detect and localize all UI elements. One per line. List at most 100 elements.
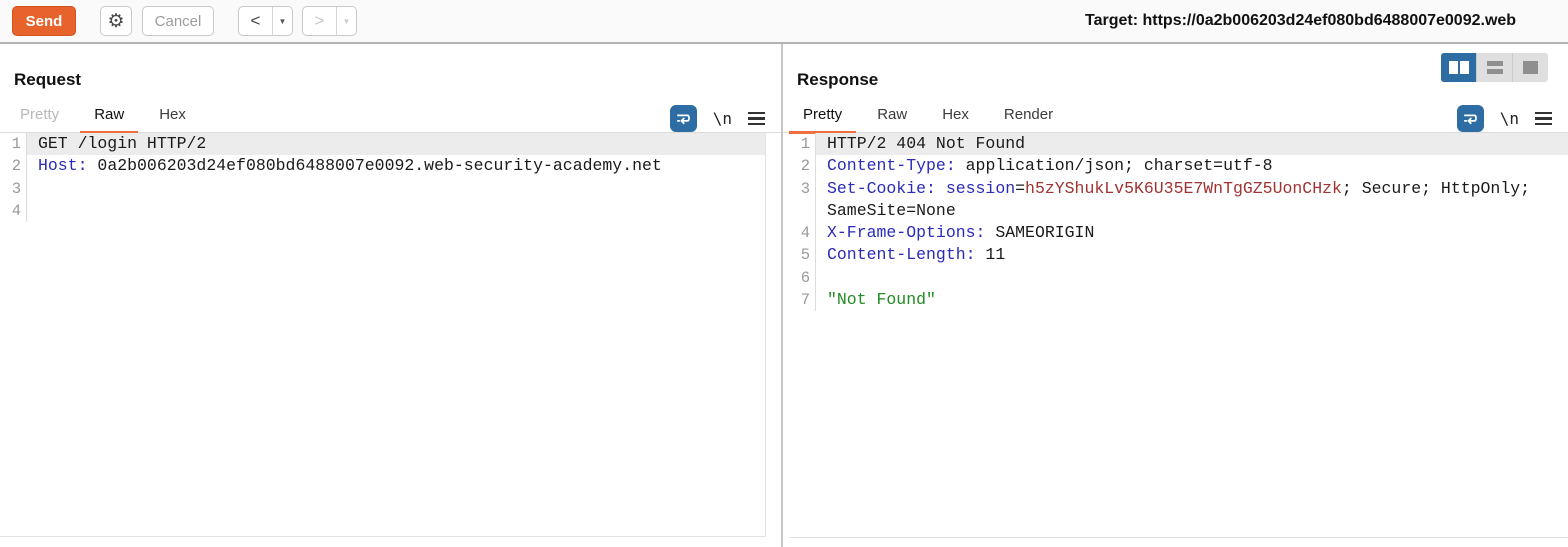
code-line: 4 <box>0 200 765 222</box>
line-number: 1 <box>789 133 816 155</box>
editor-menu-button[interactable] <box>748 112 765 126</box>
token-plain: application/json; charset=utf-8 <box>956 156 1273 175</box>
line-number: 7 <box>789 289 816 311</box>
code-line: 7 ″Not Found″ <box>789 289 1568 311</box>
code-text <box>816 267 1568 289</box>
layout-single-panel-button[interactable] <box>1513 53 1548 82</box>
cancel-button[interactable]: Cancel <box>142 6 214 36</box>
line-number: 4 <box>0 200 27 222</box>
token-header: session <box>946 179 1015 198</box>
settings-button[interactable]: ⚙ <box>100 6 132 36</box>
request-panel: Request PrettyRawHex \n 1 GET /login HTTP… <box>0 44 783 547</box>
word-wrap-toggle-button[interactable] <box>1457 105 1484 132</box>
line-number: 2 <box>0 155 27 177</box>
editor-menu-button[interactable] <box>1535 112 1552 126</box>
code-line: 2Content-Type: application/json; charset… <box>789 155 1568 177</box>
code-text <box>27 178 765 200</box>
code-text: Host: 0a2b006203d24ef080bd6488007e0092.w… <box>27 155 765 177</box>
line-number: 4 <box>789 222 816 244</box>
message-editor-area: Request PrettyRawHex \n 1GET /login HTTP… <box>0 44 1568 547</box>
request-tabbar: PrettyRawHex \n <box>0 101 781 133</box>
code-line: 1 HTTP/2 404 Not Found <box>789 133 1568 155</box>
next-request-button-group: > ▼ <box>302 6 357 36</box>
prev-request-button[interactable]: < <box>239 7 273 35</box>
tab-pretty[interactable]: Pretty <box>6 106 73 134</box>
response-tabbar: PrettyRawHexRender \n <box>783 101 1568 133</box>
token-header: Content-Length: <box>827 245 976 264</box>
token-plain: HTTP/2 404 Not Found <box>827 134 1025 153</box>
chevron-right-icon: > <box>315 11 325 31</box>
prev-request-dropdown[interactable]: ▼ <box>273 7 292 35</box>
single-panel-icon <box>1523 61 1538 74</box>
next-request-button[interactable]: > <box>303 7 337 35</box>
code-text: ″Not Found″ <box>816 289 1568 311</box>
line-number: 3 <box>789 178 816 200</box>
word-wrap-icon <box>674 109 693 128</box>
response-editor[interactable]: 1HTTP/2 404 Not Found2Content-Type: appl… <box>789 133 1568 538</box>
tab-hex[interactable]: Hex <box>145 106 200 134</box>
line-number: 6 <box>789 267 816 289</box>
tab-pretty[interactable]: Pretty <box>789 106 856 134</box>
line-number: 1 <box>0 133 27 155</box>
code-line: 5Content-Length: 11 <box>789 244 1568 266</box>
caret-down-icon: ▼ <box>279 17 287 26</box>
tab-render[interactable]: Render <box>990 106 1067 134</box>
prev-request-button-group: < ▼ <box>238 6 293 36</box>
token-plain: GET /login HTTP/2 <box>38 134 206 153</box>
code-line: SameSite=None <box>789 200 1568 222</box>
code-line: 1 GET /login HTTP/2 <box>0 133 765 155</box>
hamburger-icon <box>1535 112 1552 115</box>
token-plain: ; Secure; HttpOnly; <box>1342 179 1530 198</box>
toolbar: Send ⚙ Cancel < ▼ > ▼ Target: https://0a… <box>0 0 1568 44</box>
line-number: 5 <box>789 244 816 266</box>
token-plain: SameSite=None <box>827 201 956 220</box>
tab-hex[interactable]: Hex <box>928 106 983 134</box>
target-url-value: https://0a2b006203d24ef080bd6488007e0092… <box>1143 12 1517 29</box>
next-request-dropdown[interactable]: ▼ <box>337 7 356 35</box>
word-wrap-toggle-button[interactable] <box>670 105 697 132</box>
token-header: Set-Cookie: <box>827 179 936 198</box>
request-editor[interactable]: 1GET /login HTTP/22Host: 0a2b006203d24ef… <box>0 133 766 537</box>
target-label: Target: <box>1085 12 1138 29</box>
code-text: X-Frame-Options: SAMEORIGIN <box>816 222 1568 244</box>
token-plain <box>936 179 946 198</box>
code-line: 3 <box>0 178 765 200</box>
request-editor-tools: \n <box>670 105 765 132</box>
tab-raw[interactable]: Raw <box>863 106 921 134</box>
word-wrap-icon <box>1461 109 1480 128</box>
request-panel-title: Request <box>14 70 781 90</box>
token-plain: 0a2b006203d24ef080bd6488007e0092.web-sec… <box>88 156 662 175</box>
layout-split-columns-button[interactable] <box>1441 53 1477 82</box>
token-string: ″Not Found″ <box>827 290 936 309</box>
split-columns-icon <box>1449 61 1469 74</box>
code-line: 3 Set-Cookie: session=h5zYShukLv5K6U35E7W… <box>789 178 1568 200</box>
token-header: Content-Type: <box>827 156 956 175</box>
token-header: Host: <box>38 156 88 175</box>
token-plain: SAMEORIGIN <box>985 223 1094 242</box>
code-line: 2Host: 0a2b006203d24ef080bd6488007e0092.… <box>0 155 765 177</box>
gear-icon: ⚙ <box>107 10 124 33</box>
code-text: Content-Length: 11 <box>816 244 1568 266</box>
code-text: SameSite=None <box>816 200 1568 222</box>
token-header: X-Frame-Options: <box>827 223 985 242</box>
send-button[interactable]: Send <box>12 6 76 36</box>
token-plain: = <box>1015 179 1025 198</box>
tab-raw[interactable]: Raw <box>80 106 138 134</box>
line-number: 2 <box>789 155 816 177</box>
response-panel: Response PrettyRawHexRender \n 1HTTP/2 4… <box>783 44 1568 547</box>
code-text: HTTP/2 404 Not Found <box>816 133 1568 155</box>
line-number <box>789 200 816 222</box>
layout-switcher <box>1441 53 1548 82</box>
code-text: Content-Type: application/json; charset=… <box>816 155 1568 177</box>
code-line: 6 <box>789 267 1568 289</box>
split-rows-icon <box>1487 61 1503 75</box>
show-newlines-button[interactable]: \n <box>1500 109 1519 128</box>
token-plain: 11 <box>976 245 1006 264</box>
hamburger-icon <box>748 112 765 115</box>
token-cookie: h5zYShukLv5K6U35E7WnTgGZ5UonCHzk <box>1025 179 1342 198</box>
layout-split-rows-button[interactable] <box>1477 53 1513 82</box>
chevron-left-icon: < <box>251 11 261 31</box>
show-newlines-button[interactable]: \n <box>713 109 732 128</box>
code-line: 4X-Frame-Options: SAMEORIGIN <box>789 222 1568 244</box>
caret-down-icon: ▼ <box>343 17 351 26</box>
